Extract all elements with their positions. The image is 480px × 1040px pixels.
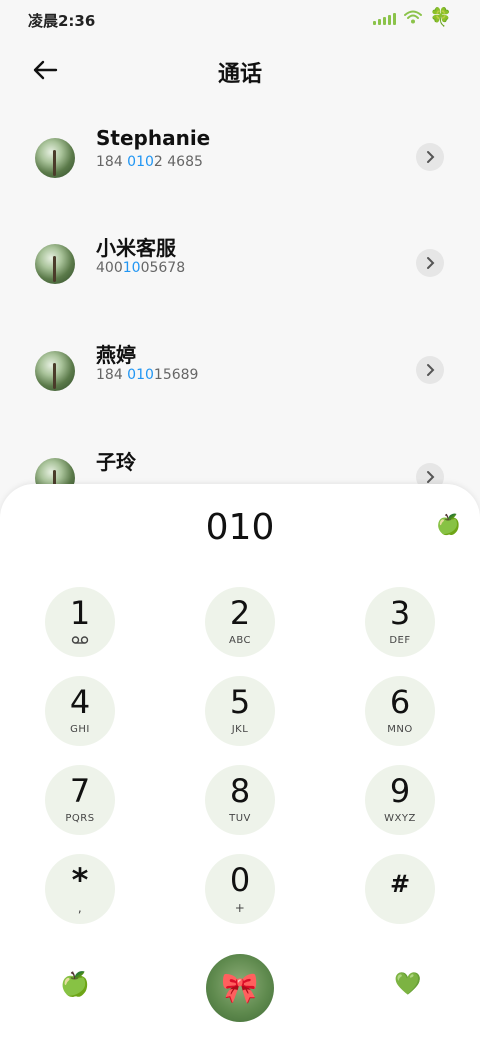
chevron-right-icon — [427, 471, 435, 483]
contact-detail-button[interactable] — [416, 249, 444, 277]
chevron-right-icon — [427, 364, 435, 376]
green-apple-icon[interactable]: 🍏 — [436, 514, 461, 534]
status-time: 凌晨2:36 — [28, 12, 96, 30]
call-button[interactable]: 🎀 — [206, 954, 274, 1022]
contact-name: Stephanie — [96, 126, 211, 150]
contact-item[interactable]: 燕婷 184 01015689 — [0, 343, 480, 441]
page-title: 通话 — [217, 62, 262, 87]
key-7[interactable]: 7 PQRS — [45, 765, 115, 835]
key-0[interactable]: 0 + — [205, 854, 275, 924]
contact-name: 子玲 — [96, 450, 136, 474]
key-star[interactable]: * , — [45, 854, 115, 924]
chevron-right-icon — [427, 257, 435, 269]
key-4[interactable]: 4 GHI — [45, 676, 115, 746]
voicemail-icon — [45, 635, 115, 649]
contact-item[interactable]: 小米客服 4001005678 — [0, 236, 480, 334]
contact-detail-button[interactable] — [416, 356, 444, 384]
contact-detail-button[interactable] — [416, 143, 444, 171]
key-6[interactable]: 6 MNO — [365, 676, 435, 746]
dialed-number: 010 — [205, 507, 275, 548]
contact-name: 燕婷 — [96, 343, 136, 367]
key-2[interactable]: 2 ABC — [205, 587, 275, 657]
green-heart-icon[interactable]: 💚 — [394, 974, 421, 996]
green-apple-icon[interactable]: 🍏 — [60, 972, 90, 996]
status-bar: 凌晨2:36 🍀 — [0, 0, 480, 40]
key-hash[interactable]: # — [365, 854, 435, 924]
signal-icon — [372, 11, 396, 25]
contact-number: 184 01015689 — [96, 367, 199, 383]
key-1[interactable]: 1 — [45, 587, 115, 657]
ribbon-icon: 🎀 — [221, 970, 259, 1006]
dial-panel: 010 🍏 1 2 ABC 3 DEF 4 GHI 5 JKL 6 MNO 7 … — [0, 484, 480, 1040]
avatar — [35, 351, 75, 391]
wifi-icon — [403, 9, 422, 28]
contact-number: 4001005678 — [96, 260, 186, 276]
contact-item[interactable]: Stephanie 184 0102 4685 — [0, 126, 480, 228]
avatar — [35, 138, 75, 178]
clover-icon: 🍀 — [429, 7, 452, 28]
key-3[interactable]: 3 DEF — [365, 587, 435, 657]
chevron-right-icon — [427, 151, 435, 163]
key-5[interactable]: 5 JKL — [205, 676, 275, 746]
contact-number: 184 0102 4685 — [96, 154, 203, 170]
key-8[interactable]: 8 TUV — [205, 765, 275, 835]
avatar — [35, 244, 75, 284]
contact-name: 小米客服 — [96, 236, 176, 260]
status-icons: 🍀 — [372, 7, 452, 28]
key-9[interactable]: 9 WXYZ — [365, 765, 435, 835]
